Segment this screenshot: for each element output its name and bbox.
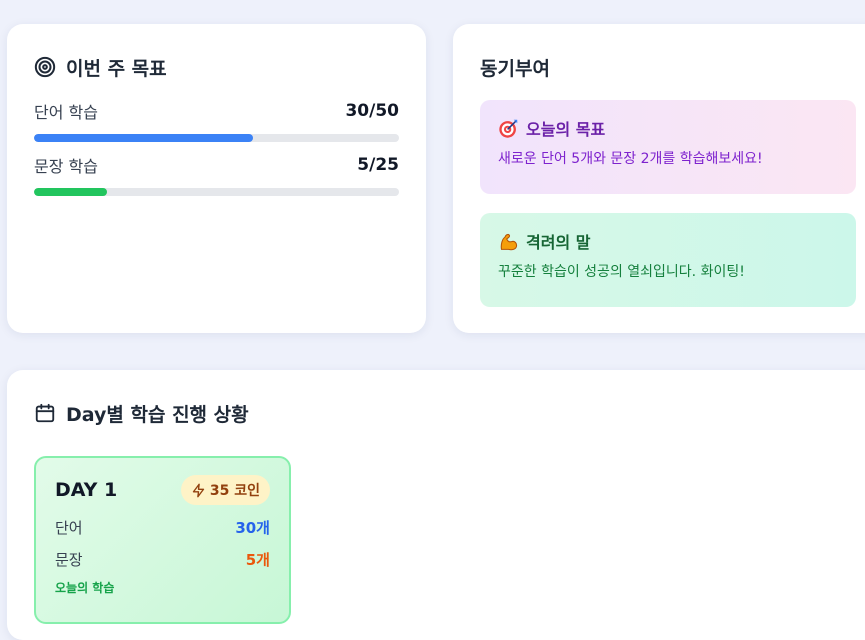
motivation-card: 동기부여 오늘의 목표 새로운 단어 5개와 문장 2개를 학습해보세요! 격려… [453, 24, 865, 333]
encouragement-title: 격려의 말 [526, 233, 591, 252]
today-goal-title: 오늘의 목표 [526, 120, 606, 139]
weekly-goals-card: 이번 주 목표 단어 학습 30/50 문장 학습 5/25 [7, 24, 426, 333]
day-words-label: 단어 [55, 518, 83, 537]
calendar-icon [34, 402, 56, 424]
goal-words-progress-fill [34, 134, 253, 142]
day-sentences-value: 5개 [245, 550, 270, 569]
day-progress-title: Day별 학습 진행 상황 [66, 403, 249, 426]
day-sentences-label: 문장 [55, 550, 83, 569]
goal-sentences-count: 5/25 [357, 155, 399, 175]
goal-words: 단어 학습 30/50 [34, 100, 399, 142]
goal-sentences-progress-fill [34, 188, 107, 196]
goal-words-label: 단어 학습 [34, 103, 98, 122]
goal-sentences: 문장 학습 5/25 [34, 154, 399, 196]
goal-words-count: 30/50 [345, 101, 399, 121]
flexed-biceps-icon [498, 231, 519, 252]
goal-sentences-label: 문장 학습 [34, 157, 98, 176]
day-card[interactable]: DAY 1 35 코인 단어 30개 문장 5개 오늘의 학습 [34, 456, 291, 624]
coin-count: 35 코인 [209, 483, 260, 499]
day-sentences-row: 문장 5개 [55, 548, 270, 570]
day-title: DAY 1 [55, 479, 118, 501]
lightning-icon [191, 483, 206, 498]
encouragement-text: 꾸준한 학습이 성공의 열쇠입니다. 화이팅! [498, 264, 745, 280]
day-words-value: 30개 [235, 518, 270, 537]
goal-sentences-progress-track [34, 188, 399, 196]
day-words-row: 단어 30개 [55, 516, 270, 538]
goal-words-progress-track [34, 134, 399, 142]
coin-badge: 35 코인 [180, 475, 270, 505]
today-goal-box: 오늘의 목표 새로운 단어 5개와 문장 2개를 학습해보세요! [480, 100, 856, 194]
day-progress-header: Day별 학습 진행 상황 [34, 398, 860, 428]
dart-icon [498, 118, 519, 139]
weekly-goals-header: 이번 주 목표 [34, 52, 399, 82]
today-study-label: 오늘의 학습 [55, 581, 115, 595]
weekly-goals-title: 이번 주 목표 [66, 57, 167, 80]
target-icon [34, 56, 56, 78]
motivation-title: 동기부여 [480, 57, 550, 80]
today-goal-text: 새로운 단어 5개와 문장 2개를 학습해보세요! [498, 151, 763, 167]
encouragement-box: 격려의 말 꾸준한 학습이 성공의 열쇠입니다. 화이팅! [480, 213, 856, 307]
day-progress-card: Day별 학습 진행 상황 DAY 1 35 코인 단어 30개 문장 5개 오… [7, 370, 865, 640]
